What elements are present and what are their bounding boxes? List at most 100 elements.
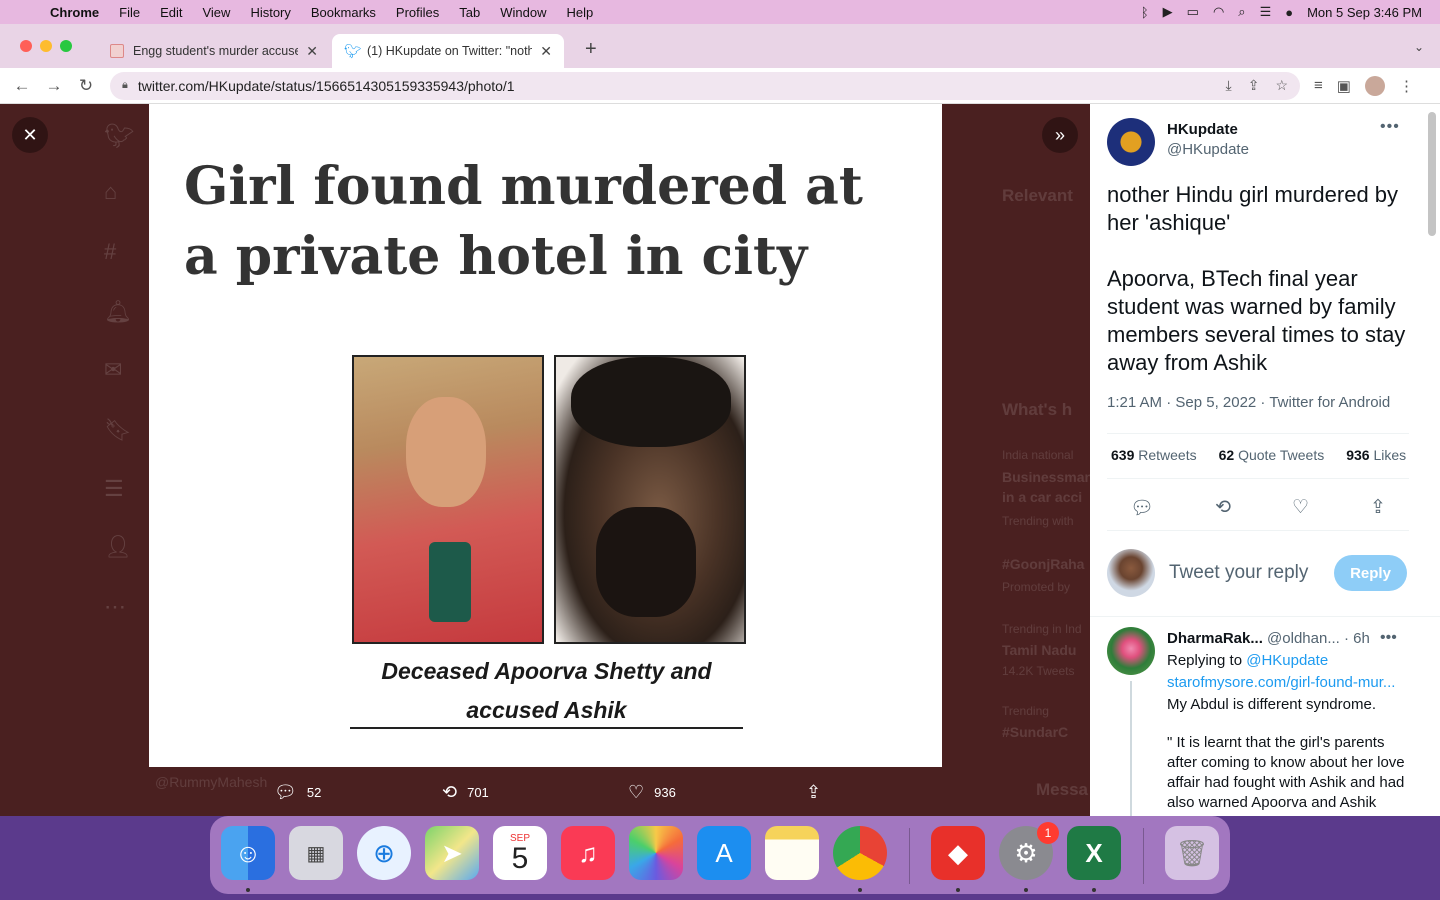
media-viewer-backdrop[interactable]: 🐦︎ ⌂ # 🔔︎ ✉ 🔖︎ ☰ 👤︎ ⋯ Relevant What's h … [0, 104, 1090, 816]
battery-icon[interactable]: ▭ [1187, 4, 1199, 20]
launchpad-icon[interactable]: ▦ [289, 826, 343, 880]
new-tab-button[interactable]: + [585, 38, 597, 61]
portrait-phone [429, 542, 471, 622]
tweet-timestamp[interactable]: 1:21 AM · Sep 5, 2022 · Twitter for Andr… [1107, 394, 1390, 411]
tab-engg-student[interactable]: Engg student's murder accuse ✕ [98, 34, 330, 68]
menu-tab[interactable]: Tab [449, 5, 490, 20]
menu-window[interactable]: Window [490, 5, 556, 20]
excel-icon[interactable]: X [1067, 826, 1121, 880]
portrait-face [406, 397, 486, 507]
close-tab-icon[interactable]: ✕ [540, 43, 552, 60]
menu-view[interactable]: View [192, 5, 240, 20]
spotlight-search-icon[interactable]: ⌕ [1238, 4, 1245, 20]
media-retweet-button[interactable]: ⟲ 701 [442, 782, 628, 803]
notes-icon[interactable] [765, 826, 819, 880]
reply-author-avatar[interactable] [1107, 627, 1155, 675]
share-icon[interactable]: ⇪ [1248, 77, 1260, 94]
reload-button[interactable]: ↻ [70, 76, 102, 96]
siri-icon[interactable]: ● [1285, 5, 1293, 20]
address-bar[interactable]: 🔒︎ twitter.com/HKupdate/status/156651430… [110, 71, 1300, 100]
account-handle: @RummyMahesh [155, 774, 268, 790]
play-icon[interactable]: ▶ [1163, 4, 1173, 20]
calendar-day: 5 [511, 842, 529, 875]
menubar-clock[interactable]: Mon 5 Sep 3:46 PM [1307, 5, 1422, 20]
notifications-bell-icon: 🔔︎ [104, 299, 132, 324]
url-text[interactable]: twitter.com/HKupdate/status/156651430515… [138, 78, 515, 94]
expand-panel-button[interactable]: » [1042, 117, 1078, 153]
share-icon[interactable]: ⇪ [1370, 496, 1386, 520]
author-avatar[interactable] [1107, 118, 1155, 166]
likes-stat[interactable]: 936 Likes [1346, 447, 1406, 463]
minimize-window-button[interactable] [40, 40, 52, 52]
reply-icon[interactable]: 💬︎ [1130, 496, 1154, 520]
profile-avatar[interactable] [1364, 75, 1385, 96]
reply-button[interactable]: Reply [1334, 555, 1407, 591]
mention-link[interactable]: @HKupdate [1246, 652, 1328, 669]
reading-list-icon[interactable]: ≡ [1314, 77, 1323, 94]
tab-search-chevron-icon[interactable]: ⌄ [1414, 40, 1424, 54]
running-indicator [858, 888, 862, 892]
chrome-menu-icon[interactable]: ⋮ [1399, 77, 1414, 95]
zoom-window-button[interactable] [60, 40, 72, 52]
back-button[interactable]: ← [6, 76, 38, 96]
forward-button[interactable]: → [38, 76, 70, 96]
more-options-icon[interactable]: ••• [1380, 629, 1397, 647]
retweet-count: 701 [467, 784, 489, 800]
retweets-stat[interactable]: 639 Retweets [1111, 447, 1197, 463]
install-icon[interactable]: ⤓ [1226, 77, 1232, 94]
tweet-photo[interactable]: Girl found murdered at a private hotel i… [149, 104, 942, 767]
more-options-icon[interactable]: ••• [1380, 118, 1400, 136]
menu-profiles[interactable]: Profiles [386, 5, 449, 20]
menu-help[interactable]: Help [557, 5, 604, 20]
author-name[interactable]: HKupdate [1167, 121, 1238, 138]
window-controls [20, 40, 72, 52]
media-like-button[interactable]: ♡ 936 [628, 782, 806, 803]
trend-subtitle: in a car acci [1002, 489, 1083, 505]
reply-tweet[interactable]: DharmaRak... @oldhan... · 6h ••• Replyin… [1090, 616, 1440, 816]
photos-icon[interactable] [629, 826, 683, 880]
article-link[interactable]: starofmysore.com/girl-found-mur... [1167, 674, 1395, 691]
tweet-text: nother Hindu girl murdered by her 'ashiq… [1107, 182, 1406, 375]
close-tab-icon[interactable]: ✕ [306, 43, 318, 60]
trend-tamil-nadu: Tamil Nadu [1002, 642, 1077, 658]
safari-icon[interactable]: ⊕ [357, 826, 411, 880]
music-icon[interactable]: ♫ [561, 826, 615, 880]
trend-sundarc: #SundarC [1002, 724, 1069, 740]
retweet-icon[interactable]: ⟲ [1215, 496, 1231, 520]
running-indicator [246, 888, 250, 892]
menu-file[interactable]: File [109, 5, 150, 20]
tab-twitter[interactable]: 🐦︎ (1) HKupdate on Twitter: "noth ✕ [332, 34, 564, 68]
heart-icon[interactable]: ♡ [1292, 496, 1309, 520]
system-preferences-icon[interactable]: ⚙ 1 [999, 822, 1059, 880]
menu-edit[interactable]: Edit [150, 5, 192, 20]
app-store-icon[interactable]: A [697, 826, 751, 880]
bookmark-star-icon[interactable]: ☆ [1275, 77, 1288, 94]
menu-bookmarks[interactable]: Bookmarks [301, 5, 386, 20]
panel-scrollbar[interactable] [1428, 112, 1436, 236]
control-center-icon[interactable]: ☰ [1260, 4, 1272, 20]
user-avatar[interactable] [1107, 549, 1155, 597]
maps-icon[interactable]: ➤ [425, 826, 479, 880]
anydesk-icon[interactable]: ◆ [931, 826, 985, 880]
reply-author[interactable]: DharmaRak... @oldhan... · 6h [1167, 630, 1370, 647]
side-panel-icon[interactable]: ▣ [1337, 77, 1351, 95]
calendar-icon[interactable]: SEP 5 [493, 826, 547, 880]
divider [1107, 478, 1409, 479]
chrome-icon[interactable] [833, 826, 887, 880]
finder-icon[interactable]: ☺ [221, 826, 275, 880]
menu-history[interactable]: History [240, 5, 300, 20]
wifi-icon[interactable]: ◠ [1213, 4, 1224, 20]
close-media-button[interactable]: ✕ [12, 117, 48, 153]
media-reply-button[interactable]: 💬︎ 52 [274, 782, 442, 803]
menu-app-chrome[interactable]: Chrome [40, 5, 109, 20]
media-share-button[interactable]: ⇪ [806, 782, 821, 803]
bluetooth-icon[interactable]: ᛒ [1141, 5, 1149, 20]
lock-icon[interactable]: 🔒︎ [122, 79, 128, 92]
quote-tweets-stat[interactable]: 62 Quote Tweets [1219, 447, 1325, 463]
dock-separator [1143, 828, 1144, 884]
reply-input[interactable]: Tweet your reply [1169, 562, 1308, 584]
trash-icon[interactable]: 🗑︎ [1165, 826, 1219, 880]
close-window-button[interactable] [20, 40, 32, 52]
author-handle[interactable]: @HKupdate [1167, 141, 1249, 158]
twitter-logo-icon: 🐦︎ [104, 123, 135, 150]
